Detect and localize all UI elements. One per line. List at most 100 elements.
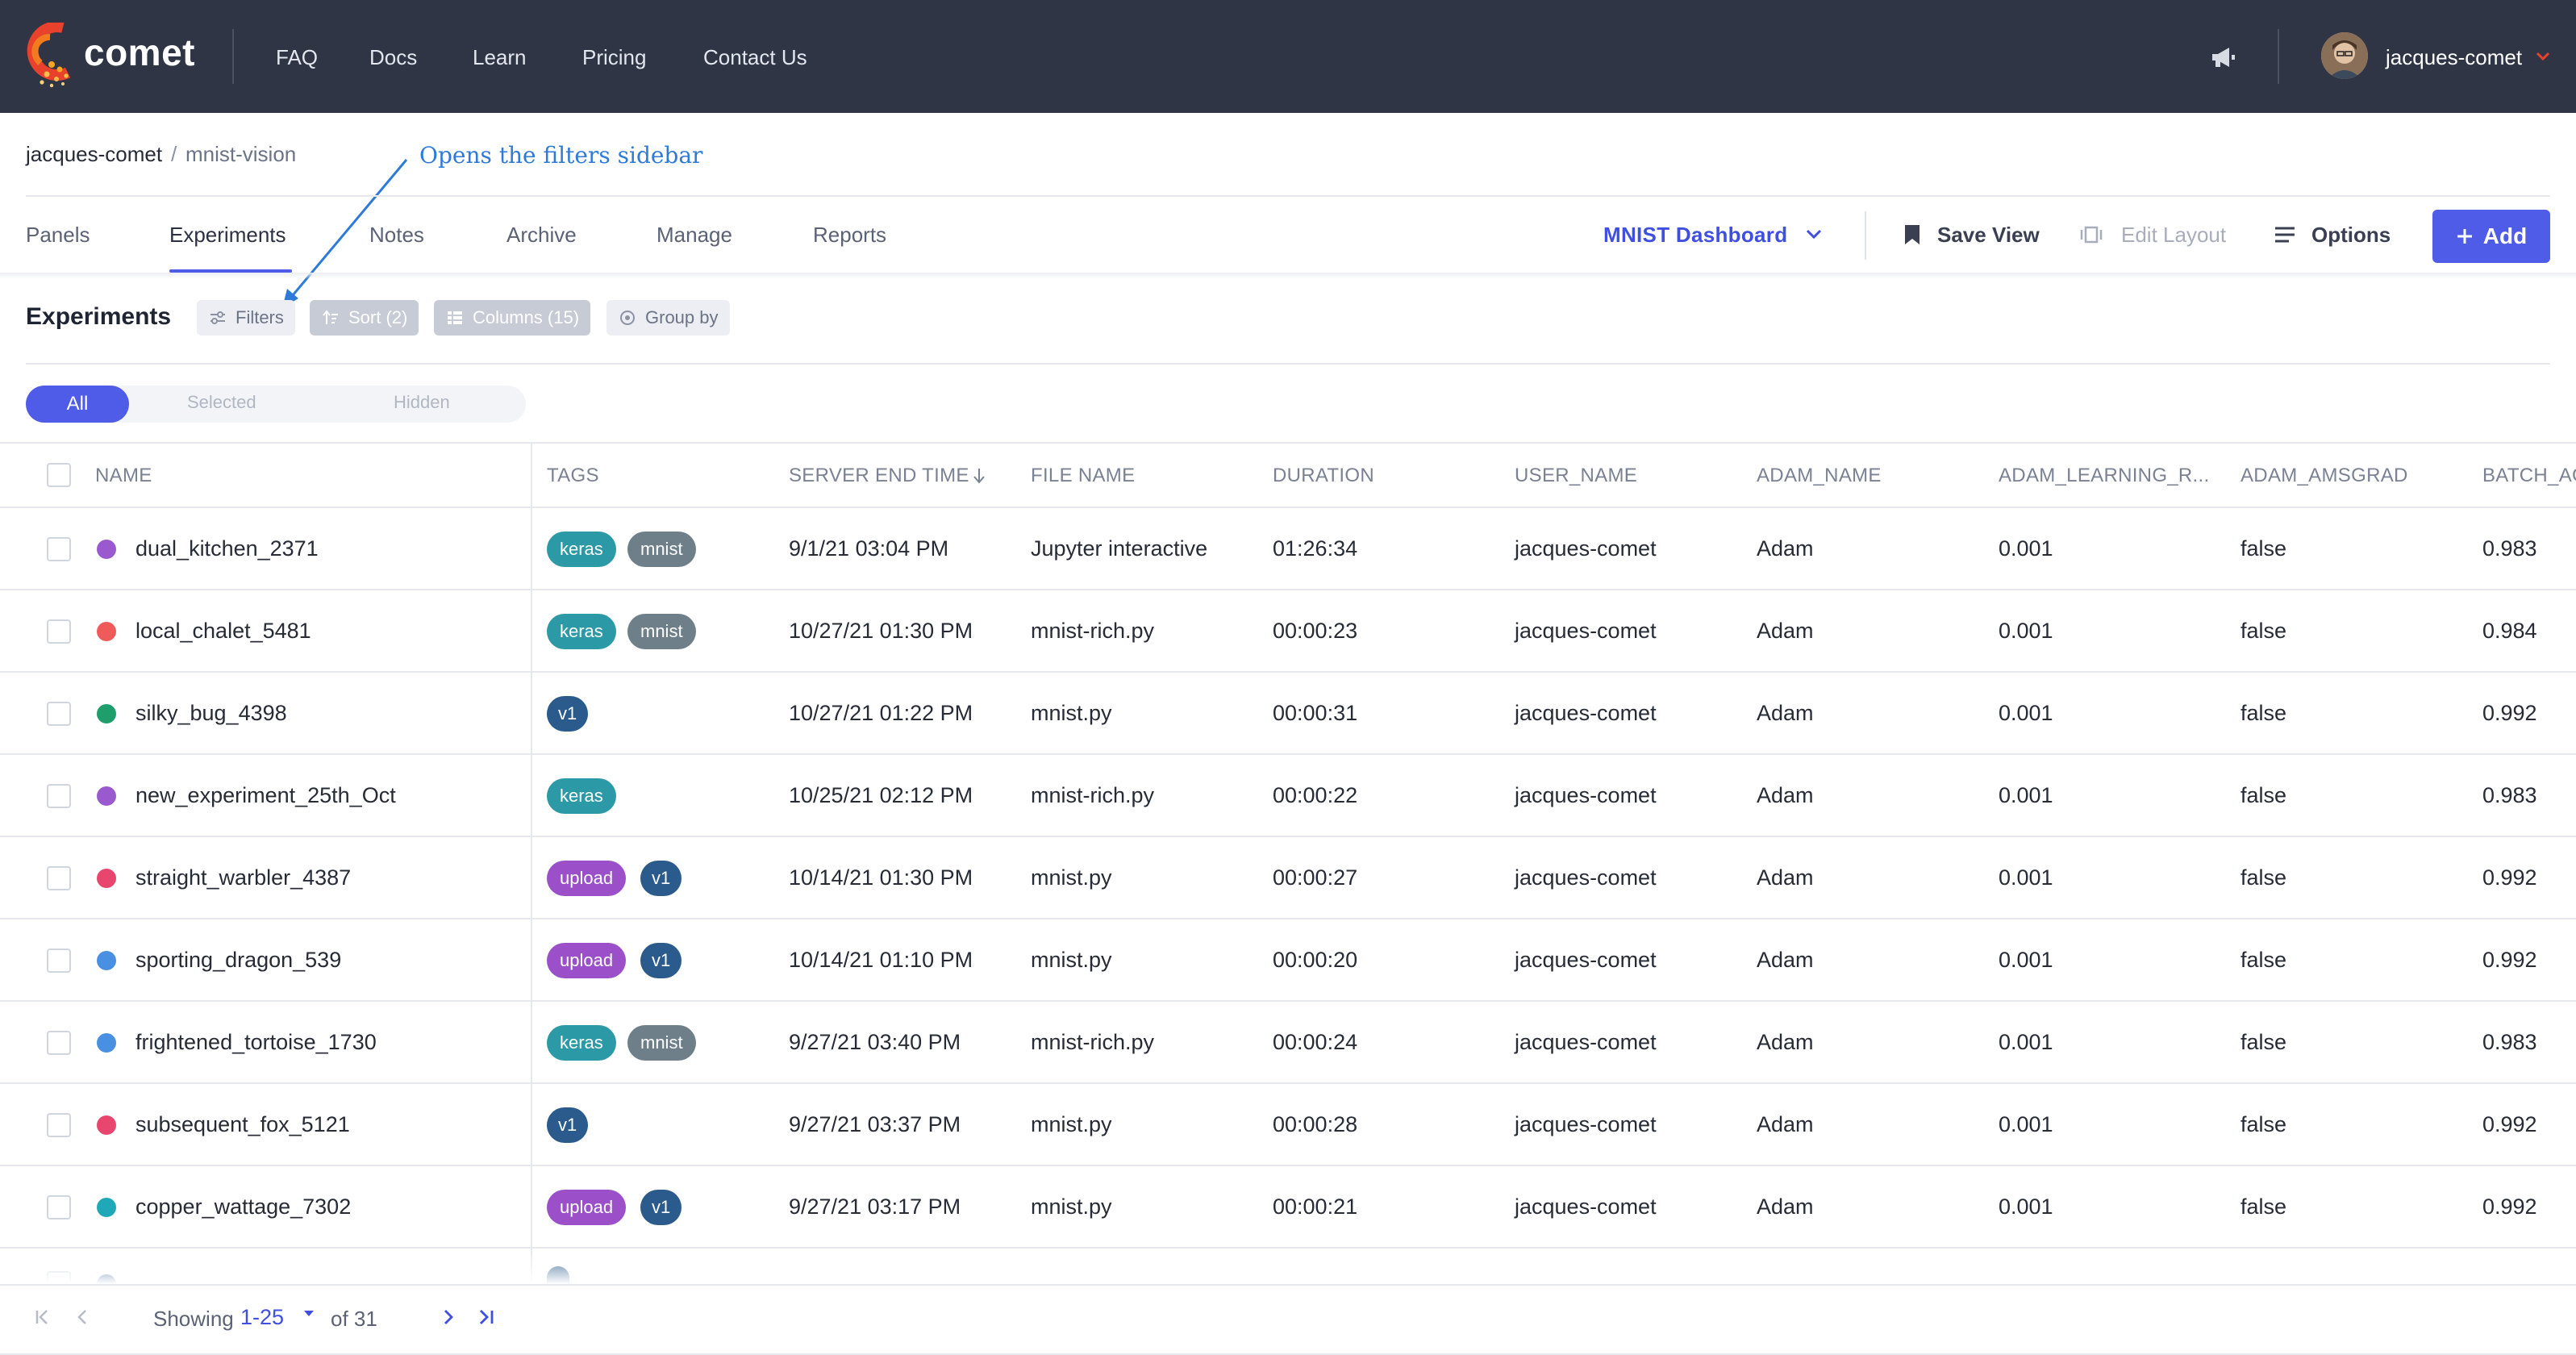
chevron-down-icon[interactable] xyxy=(1805,227,1823,240)
filters-button[interactable]: Filters xyxy=(197,300,295,336)
table-row-checkbox[interactable] xyxy=(47,537,71,561)
tag-badge[interactable]: mnist xyxy=(627,1025,696,1061)
cell-duration: 00:00:21 xyxy=(1273,1194,1358,1219)
table-row-checkbox[interactable] xyxy=(47,619,71,644)
megaphone-icon[interactable] xyxy=(2210,45,2237,69)
nav-contact-us[interactable]: Contact Us xyxy=(703,45,807,70)
table-row[interactable] xyxy=(0,1082,2576,1084)
column-header-batch-acc[interactable]: BATCH_AC xyxy=(2482,465,2576,487)
bookmark-icon[interactable] xyxy=(1900,223,1924,247)
first-page-icon[interactable] xyxy=(31,1305,55,1329)
tab-manage[interactable]: Manage xyxy=(657,223,732,248)
tag-badge[interactable]: keras xyxy=(547,614,616,649)
columns-icon xyxy=(448,311,462,324)
table-row[interactable] xyxy=(0,671,2576,673)
table-row[interactable] xyxy=(0,753,2576,755)
tag-badge[interactable]: upload xyxy=(547,1190,627,1225)
segment-selected[interactable]: Selected xyxy=(187,392,256,413)
nav-pricing[interactable]: Pricing xyxy=(582,45,646,70)
last-page-icon[interactable] xyxy=(474,1305,498,1329)
experiment-color-dot xyxy=(97,540,116,559)
experiment-color-dot xyxy=(97,704,116,723)
next-page-icon[interactable] xyxy=(436,1305,460,1329)
cell-experiment-name[interactable]: copper_wattage_7302 xyxy=(135,1194,351,1220)
page-size-select[interactable]: 1-25 xyxy=(240,1305,284,1330)
column-header-user-name[interactable]: USER_NAME xyxy=(1515,465,1637,487)
column-header-duration[interactable]: DURATION xyxy=(1273,465,1374,487)
segment-hidden[interactable]: Hidden xyxy=(394,392,450,413)
table-row-checkbox[interactable] xyxy=(47,784,71,808)
tag-badge[interactable]: keras xyxy=(547,778,616,814)
tab-archive[interactable]: Archive xyxy=(506,223,577,248)
avatar[interactable] xyxy=(2321,32,2368,79)
table-row[interactable] xyxy=(0,918,2576,919)
dashboard-select[interactable]: MNIST Dashboard xyxy=(1603,223,1787,248)
tab-notes[interactable]: Notes xyxy=(369,223,424,248)
nav-faq[interactable]: FAQ xyxy=(276,45,318,70)
save-view-button[interactable]: Save View xyxy=(1937,223,2040,248)
tab-reports[interactable]: Reports xyxy=(813,223,886,248)
tag-badge[interactable]: mnist xyxy=(627,532,696,567)
column-header-adam-learning-rate[interactable]: ADAM_LEARNING_R... xyxy=(1999,465,2209,487)
tag-badge[interactable]: keras xyxy=(547,532,616,567)
column-header-file-name[interactable]: FILE NAME xyxy=(1031,465,1135,487)
nav-docs[interactable]: Docs xyxy=(369,45,417,70)
cell-experiment-name[interactable]: dual_kitchen_2371 xyxy=(135,536,319,561)
comet-logo-icon[interactable] xyxy=(23,23,74,89)
table-row[interactable] xyxy=(0,1000,2576,1002)
columns-button[interactable]: Columns (15) xyxy=(434,300,591,336)
tag-badge[interactable]: v1 xyxy=(640,943,682,978)
cell-batch-acc: 0.992 xyxy=(2482,865,2537,890)
column-header-adam-name[interactable]: ADAM_NAME xyxy=(1757,465,1882,487)
tag-badge[interactable]: mnist xyxy=(627,614,696,649)
chevron-down-icon[interactable] xyxy=(2536,52,2550,61)
breadcrumb-owner[interactable]: jacques-comet xyxy=(26,142,162,167)
tag-badge[interactable]: v1 xyxy=(640,861,682,896)
table-row-checkbox[interactable] xyxy=(47,866,71,890)
table-row[interactable] xyxy=(0,507,2576,508)
options-button[interactable]: Options xyxy=(2311,223,2391,248)
cell-experiment-name[interactable]: silky_bug_4398 xyxy=(135,701,287,726)
cell-experiment-name[interactable]: local_chalet_5481 xyxy=(135,619,311,644)
table-row-checkbox[interactable] xyxy=(47,1113,71,1137)
table-row[interactable] xyxy=(0,1165,2576,1166)
brand-name[interactable]: comet xyxy=(84,31,195,74)
column-header-name[interactable]: NAME xyxy=(95,465,152,487)
group-by-button[interactable]: Group by xyxy=(606,300,730,336)
tag-badge[interactable]: upload xyxy=(547,861,627,896)
cell-experiment-name[interactable]: straight_warbler_4387 xyxy=(135,865,351,890)
table-row-checkbox[interactable] xyxy=(47,948,71,973)
experiment-color-dot xyxy=(97,1198,116,1217)
table-row[interactable] xyxy=(0,836,2576,837)
table-row-checkbox[interactable] xyxy=(47,702,71,726)
group-by-label: Group by xyxy=(645,307,719,327)
tag-badge[interactable]: v1 xyxy=(640,1190,682,1225)
tag-badge[interactable]: keras xyxy=(547,1025,616,1061)
column-header-tags[interactable]: TAGS xyxy=(547,465,599,487)
tag-badge[interactable]: upload xyxy=(547,943,627,978)
segment-all[interactable]: All xyxy=(26,386,129,423)
column-header-server-end-time[interactable]: SERVER END TIME xyxy=(789,465,987,487)
add-button[interactable]: Add xyxy=(2432,210,2550,263)
select-all-checkbox[interactable] xyxy=(47,463,71,487)
table-row-checkbox[interactable] xyxy=(47,1195,71,1220)
experiment-color-dot xyxy=(97,869,116,888)
cell-experiment-name[interactable]: new_experiment_25th_Oct xyxy=(135,783,396,808)
table-row-checkbox[interactable] xyxy=(47,1031,71,1055)
column-header-adam-amsgrad[interactable]: ADAM_AMSGRAD xyxy=(2240,465,2408,487)
tag-badge[interactable]: v1 xyxy=(547,1107,589,1143)
username[interactable]: jacques-comet xyxy=(2386,45,2522,70)
tag-badge[interactable]: v1 xyxy=(547,696,589,732)
tab-experiments[interactable]: Experiments xyxy=(169,223,286,248)
table-row[interactable] xyxy=(0,589,2576,590)
cell-experiment-name[interactable]: subsequent_fox_5121 xyxy=(135,1112,350,1137)
cell-experiment-name[interactable]: sporting_dragon_539 xyxy=(135,948,341,973)
caret-down-icon[interactable] xyxy=(297,1302,321,1326)
sort-button[interactable]: Sort (2) xyxy=(310,300,419,336)
cell-adam-name: Adam xyxy=(1757,536,1814,561)
nav-learn[interactable]: Learn xyxy=(473,45,527,70)
cell-experiment-name[interactable]: frightened_tortoise_1730 xyxy=(135,1030,377,1055)
options-icon[interactable] xyxy=(2273,223,2297,247)
tab-panels[interactable]: Panels xyxy=(26,223,90,248)
previous-page-icon[interactable] xyxy=(71,1305,95,1329)
